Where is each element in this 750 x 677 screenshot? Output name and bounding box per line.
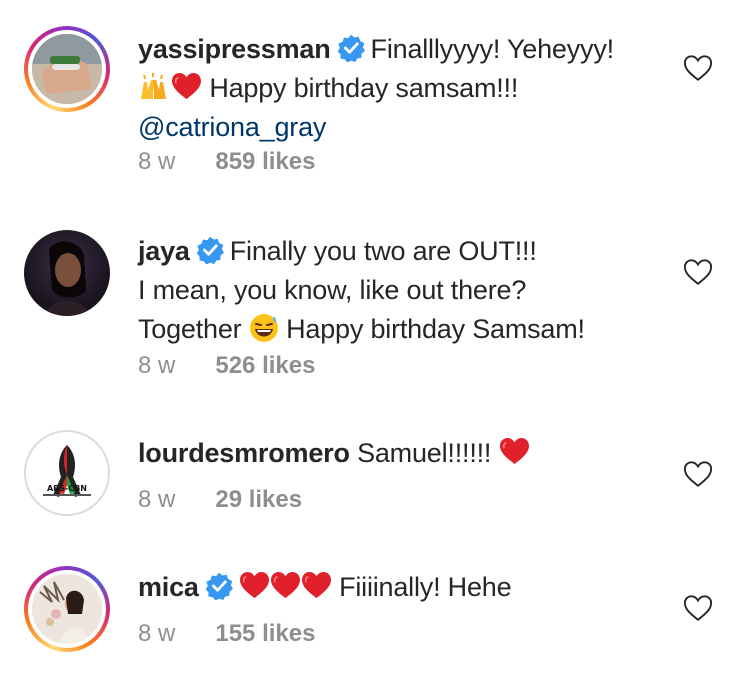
avatar[interactable] bbox=[24, 230, 110, 316]
comment-body-2: I mean, you know, like out there? bbox=[138, 275, 527, 305]
comment-body: Fiiiinally! Hehe bbox=[339, 572, 512, 602]
comment-time: 8 w bbox=[138, 148, 176, 175]
comment-time: 8 w bbox=[138, 486, 176, 513]
red-heart-emoji bbox=[499, 437, 530, 465]
logo-text: ABS-CBN bbox=[47, 484, 87, 493]
comment-time: 8 w bbox=[138, 620, 176, 647]
heart-outline-icon[interactable] bbox=[683, 54, 713, 82]
verified-badge-icon bbox=[205, 572, 233, 600]
avatar-photo bbox=[32, 574, 102, 644]
abs-cbn-logo: ABS-CBN bbox=[43, 445, 91, 497]
comment-body-3a: Together bbox=[138, 314, 242, 344]
comment-body: Finalllyyyy! Yeheyyy! bbox=[370, 34, 615, 64]
avatar[interactable]: ABS-CBN bbox=[24, 430, 110, 516]
comment-body-2: Happy birthday samsam!!! bbox=[209, 73, 519, 103]
avatar-photo bbox=[32, 34, 102, 104]
likes-count[interactable]: 859 likes bbox=[215, 148, 315, 175]
comment-body: Samuel!!!!!! bbox=[357, 438, 492, 468]
likes-count[interactable]: 526 likes bbox=[215, 352, 315, 379]
comment-body-3b: Happy birthday Samsam! bbox=[286, 314, 585, 344]
likes-count[interactable]: 29 likes bbox=[215, 486, 302, 513]
verified-badge-icon bbox=[196, 236, 224, 264]
comment-text: lourdesmromero Samuel!!!!!! bbox=[138, 434, 668, 473]
red-heart-emoji bbox=[301, 571, 332, 599]
username[interactable]: yassipressman bbox=[138, 34, 331, 64]
username[interactable]: jaya bbox=[138, 236, 190, 266]
red-heart-emoji bbox=[239, 571, 270, 599]
username[interactable]: lourdesmromero bbox=[138, 438, 350, 468]
verified-badge-icon bbox=[337, 34, 365, 62]
comment-meta: 8 w 859 likes bbox=[138, 148, 315, 176]
mention-link[interactable]: @catriona_gray bbox=[138, 112, 326, 142]
comment-meta: 8 w 29 likes bbox=[138, 486, 302, 514]
comment-text: jaya Finally you two are OUT!!! I mean, y… bbox=[138, 232, 668, 349]
heart-outline-icon[interactable] bbox=[683, 460, 713, 488]
heart-outline-icon[interactable] bbox=[683, 594, 713, 622]
red-heart-emoji bbox=[171, 72, 202, 100]
likes-count[interactable]: 155 likes bbox=[215, 620, 315, 647]
raised-hands-emoji bbox=[138, 72, 169, 100]
avatar-photo bbox=[24, 230, 110, 316]
comment-text: mica Fiiiinally! Hehe bbox=[138, 568, 668, 607]
comment-time: 8 w bbox=[138, 352, 176, 379]
comment-meta: 8 w 155 likes bbox=[138, 620, 315, 648]
comment-meta: 8 w 526 likes bbox=[138, 352, 315, 380]
grinning-sweat-emoji bbox=[249, 313, 279, 343]
avatar[interactable] bbox=[24, 566, 110, 652]
red-heart-emoji bbox=[270, 571, 301, 599]
username[interactable]: mica bbox=[138, 572, 199, 602]
heart-outline-icon[interactable] bbox=[683, 258, 713, 286]
avatar[interactable] bbox=[24, 26, 110, 112]
comment-text: yassipressman Finalllyyyy! Yeheyyy! Happy… bbox=[138, 30, 668, 147]
comment-body: Finally you two are OUT!!! bbox=[229, 236, 537, 266]
